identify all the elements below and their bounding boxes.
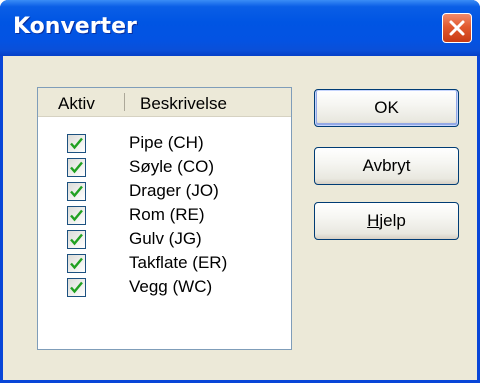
list-header: Aktiv Beskrivelse [38, 88, 291, 117]
close-icon [449, 20, 465, 36]
checkmark-icon [70, 161, 83, 174]
list-item[interactable]: Takflate (ER) [38, 252, 291, 276]
list-item[interactable]: Drager (JO) [38, 180, 291, 204]
ok-button[interactable]: OK [314, 89, 459, 127]
help-button-label: jelp [379, 211, 406, 230]
ok-button-label: OK [374, 98, 399, 117]
checkmark-icon [70, 209, 83, 222]
list-item-label: Drager (JO) [129, 181, 219, 200]
aktiv-checkbox[interactable] [67, 254, 86, 273]
dialog-window: Konverter Aktiv Beskrivelse Pipe (CH) Søy… [0, 0, 480, 383]
checkmark-icon [70, 257, 83, 270]
column-divider[interactable] [124, 93, 125, 111]
list-item[interactable]: Vegg (WC) [38, 276, 291, 300]
checkmark-icon [70, 137, 83, 150]
column-header-aktiv[interactable]: Aktiv [58, 94, 95, 114]
cancel-button[interactable]: Avbryt [314, 147, 459, 185]
cancel-button-label: Avbryt [362, 156, 411, 175]
title-bar[interactable]: Konverter [0, 0, 480, 56]
checkmark-icon [70, 233, 83, 246]
aktiv-checkbox[interactable] [67, 158, 86, 177]
help-mnemonic: H [367, 211, 380, 230]
list-item[interactable]: Gulv (JG) [38, 228, 291, 252]
list-rows: Pipe (CH) Søyle (CO) Drager (JO) Rom (RE) Gu… [38, 132, 291, 300]
list-item-label: Pipe (CH) [129, 133, 204, 152]
list-item[interactable]: Rom (RE) [38, 204, 291, 228]
list-item-label: Søyle (CO) [129, 157, 214, 176]
help-button[interactable]: Hjelp [314, 202, 459, 240]
checkmark-icon [70, 185, 83, 198]
window-title: Konverter [13, 14, 137, 39]
list-item-label: Takflate (ER) [129, 253, 228, 272]
conversion-list[interactable]: Aktiv Beskrivelse Pipe (CH) Søyle (CO) Dra… [37, 87, 292, 350]
checkmark-icon [70, 281, 83, 294]
list-item-label: Gulv (JG) [129, 229, 202, 248]
list-item[interactable]: Søyle (CO) [38, 156, 291, 180]
list-item[interactable]: Pipe (CH) [38, 132, 291, 156]
list-item-label: Rom (RE) [129, 205, 205, 224]
aktiv-checkbox[interactable] [67, 134, 86, 153]
aktiv-checkbox[interactable] [67, 206, 86, 225]
close-button[interactable] [442, 13, 472, 43]
list-item-label: Vegg (WC) [129, 277, 213, 296]
aktiv-checkbox[interactable] [67, 230, 86, 249]
aktiv-checkbox[interactable] [67, 182, 86, 201]
column-header-beskrivelse[interactable]: Beskrivelse [140, 94, 227, 114]
aktiv-checkbox[interactable] [67, 278, 86, 297]
